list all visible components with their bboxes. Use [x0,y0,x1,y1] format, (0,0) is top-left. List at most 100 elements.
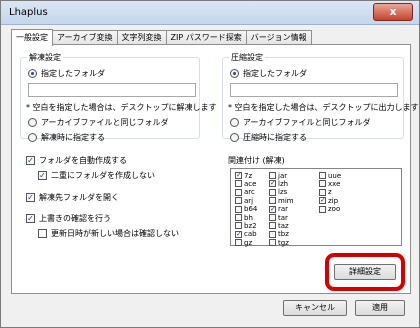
compress-group-label: 圧縮設定 [229,52,265,63]
checkbox-checked[interactable]: ✓ [38,170,47,180]
no-double-folder-checkbox[interactable]: ✓ 二重にフォルダを作成しない [38,169,155,181]
apply-button[interactable]: 適用 [355,300,405,316]
highlight-annotation [325,253,405,291]
confirm-overwrite-checkbox[interactable]: ✓ 上書きの確認を行う [26,212,111,224]
tab-string-convert[interactable]: 文字列変換 [116,30,167,45]
radio-unselected[interactable] [28,132,37,142]
checkbox-unchecked[interactable] [235,214,242,221]
radio-unselected[interactable] [230,132,239,142]
checkbox-checked[interactable]: ✓ [26,192,35,202]
radio-selected[interactable] [230,68,239,78]
extension-label: tgz [278,238,289,247]
checkbox-unchecked[interactable] [269,197,276,205]
extension-label: gz [244,238,253,247]
skip-if-newer-label: 更新日時が新しい場合は確認しない [51,228,179,238]
cancel-button[interactable]: キャンセル [283,300,347,316]
checkbox-checked[interactable]: ✓ [26,213,35,223]
auto-create-folder-checkbox[interactable]: ✓ フォルダを自動作成する [26,154,127,166]
checkbox-unchecked[interactable] [269,239,276,247]
association-list: ✓ 7z ace arc arj b64 bh bz2 ✓ cab gz jar ✓ lzh lzs mim ✓… [230,168,402,247]
checkbox-checked[interactable]: ✓ [235,172,242,179]
checkbox-unchecked[interactable] [235,197,242,205]
window-title: Lhaplus [9,7,48,18]
extension-label: 7z [244,171,253,180]
checkbox-checked[interactable]: ✓ [269,205,276,213]
close-button[interactable]: x [373,3,413,21]
checkbox-unchecked[interactable] [319,188,326,196]
extract-note: * 空白を指定した場合は、デスクトップに解凍します [26,103,217,112]
compress-same-folder-label: アーカイブファイルと同じフォルダ [243,117,371,127]
open-dest-folder-label: 解凍先フォルダを開く [39,192,119,202]
checkbox-unchecked[interactable] [269,214,276,221]
tab-archive-convert[interactable]: アーカイブ変換 [52,30,118,45]
extension-label: rar [278,205,289,214]
extension-item[interactable]: tgz [269,238,289,247]
extension-label: zip [328,196,339,205]
extension-label: tar [278,213,288,222]
radio-unselected[interactable] [230,117,239,127]
checkbox-checked[interactable]: ✓ [26,155,35,165]
compress-note: * 空白を指定した場合は、デスクトップに出力します [228,103,419,112]
extension-item[interactable]: gz [235,238,252,247]
checkbox-unchecked[interactable] [235,239,242,247]
checkbox-checked[interactable]: ✓ [319,197,326,205]
compress-ask-option[interactable]: 圧縮時に指定する [230,131,307,143]
checkbox-checked[interactable]: ✓ [235,230,242,238]
auto-create-folder-label: フォルダを自動作成する [39,155,127,165]
extension-label: lzs [278,188,288,197]
radio-selected[interactable] [28,68,37,78]
checkbox-unchecked[interactable] [269,172,276,179]
compress-same-folder-option[interactable]: アーカイブファイルと同じフォルダ [230,116,371,128]
extension-item[interactable]: zoo [319,205,340,214]
checkbox-unchecked[interactable] [235,222,242,230]
open-dest-folder-checkbox[interactable]: ✓ 解凍先フォルダを開く [26,191,119,203]
extract-same-folder-label: アーカイブファイルと同じフォルダ [41,117,169,127]
extension-label: mim [278,196,294,205]
extension-label: arj [244,196,254,205]
title-bar[interactable]: Lhaplus x [1,1,419,25]
extract-specified-folder-label: 指定したフォルダ [41,68,105,78]
extension-label: lzh [278,179,289,188]
compress-folder-input[interactable] [230,83,398,97]
checkbox-unchecked[interactable] [319,180,326,188]
radio-unselected[interactable] [28,117,37,127]
checkbox-unchecked[interactable] [235,180,242,188]
tab-version-info[interactable]: バージョン情報 [245,30,312,45]
extract-specified-folder-option[interactable]: 指定したフォルダ [28,67,105,79]
checkbox-unchecked[interactable] [269,230,276,238]
checkbox-unchecked[interactable] [38,228,47,238]
extension-label: xxe [328,179,341,188]
extension-label: tbz [278,230,289,239]
compress-specified-folder-option[interactable]: 指定したフォルダ [230,67,307,79]
extension-label: cab [244,230,257,239]
confirm-overwrite-label: 上書きの確認を行う [39,213,111,223]
extract-ask-option[interactable]: 解凍時に指定する [28,131,105,143]
extension-label: uue [328,171,342,180]
extract-folder-input[interactable] [28,83,196,97]
extract-group-label: 解凍設定 [27,52,63,63]
compress-specified-folder-label: 指定したフォルダ [243,68,307,78]
checkbox-unchecked[interactable] [235,205,242,213]
compress-ask-label: 圧縮時に指定する [243,132,307,142]
extension-label: bh [244,213,253,222]
extract-same-folder-option[interactable]: アーカイブファイルと同じフォルダ [28,116,169,128]
checkbox-unchecked[interactable] [269,188,276,196]
extension-label: ace [244,179,257,188]
extension-label: zoo [328,205,341,214]
extension-label: b64 [244,205,258,214]
extension-label: taz [278,221,289,230]
checkbox-unchecked[interactable] [319,205,326,213]
tab-strip: 一般設定 アーカイブ変換 文字列変換 ZIP パスワード探索 バージョン情報 [11,29,312,46]
extension-label: bz2 [244,221,257,230]
extension-label: arc [244,188,255,197]
checkbox-unchecked[interactable] [319,172,326,179]
checkbox-unchecked[interactable] [269,222,276,230]
checkbox-checked[interactable]: ✓ [269,180,276,188]
lhaplus-window: Lhaplus x 一般設定 アーカイブ変換 文字列変換 ZIP パスワード探索… [0,0,420,328]
checkbox-unchecked[interactable] [235,188,242,196]
tab-zip-password[interactable]: ZIP パスワード探索 [165,30,247,45]
tab-general[interactable]: 一般設定 [11,29,53,46]
association-label: 関連付け (解凍) [228,156,285,165]
no-double-folder-label: 二重にフォルダを作成しない [51,170,155,180]
skip-if-newer-checkbox[interactable]: 更新日時が新しい場合は確認しない [38,227,179,239]
